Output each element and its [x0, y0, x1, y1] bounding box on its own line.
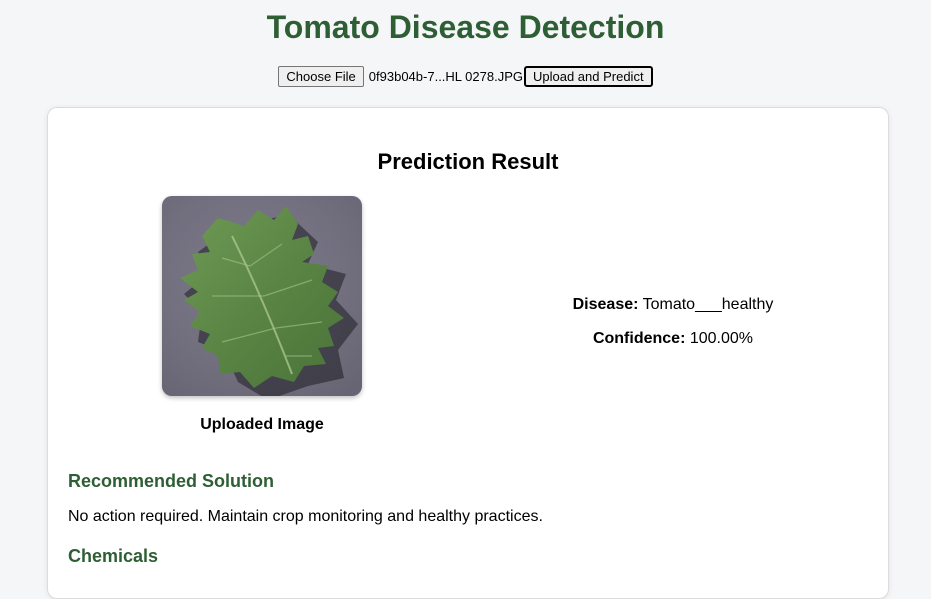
confidence-label: Confidence:	[592, 330, 686, 347]
uploaded-leaf-image	[162, 196, 362, 396]
chemicals-heading: Chemicals	[68, 546, 159, 566]
confidence-value: 100.00%	[689, 330, 754, 347]
upload-and-predict-button[interactable]: Upload and Predict	[523, 66, 653, 87]
uploaded-image-caption: Uploaded Image	[200, 416, 324, 433]
recommended-solution-heading: Recommended Solution	[68, 471, 275, 491]
page-title: Tomato Disease Detection	[266, 9, 665, 45]
disease-line: Disease: Tomato___healthy	[478, 296, 868, 314]
choose-file-button[interactable]: Choose File	[278, 66, 364, 87]
selected-file-name: 0f93b04b-7...HL 0278.JPG	[368, 69, 523, 84]
upload-form: Choose File 0f93b04b-7...HL 0278.JPG Upl…	[0, 66, 931, 87]
disease-label: Disease:	[572, 296, 639, 313]
recommended-solution-text: No action required. Maintain crop monito…	[68, 508, 543, 525]
prediction-info: Disease: Tomato___healthy Confidence: 10…	[478, 296, 868, 364]
prediction-card: Prediction Result Uploaded Image Disease…	[47, 107, 889, 599]
confidence-line: Confidence: 100.00%	[478, 330, 868, 348]
prediction-result-title: Prediction Result	[377, 149, 559, 174]
disease-value: Tomato___healthy	[642, 296, 774, 313]
